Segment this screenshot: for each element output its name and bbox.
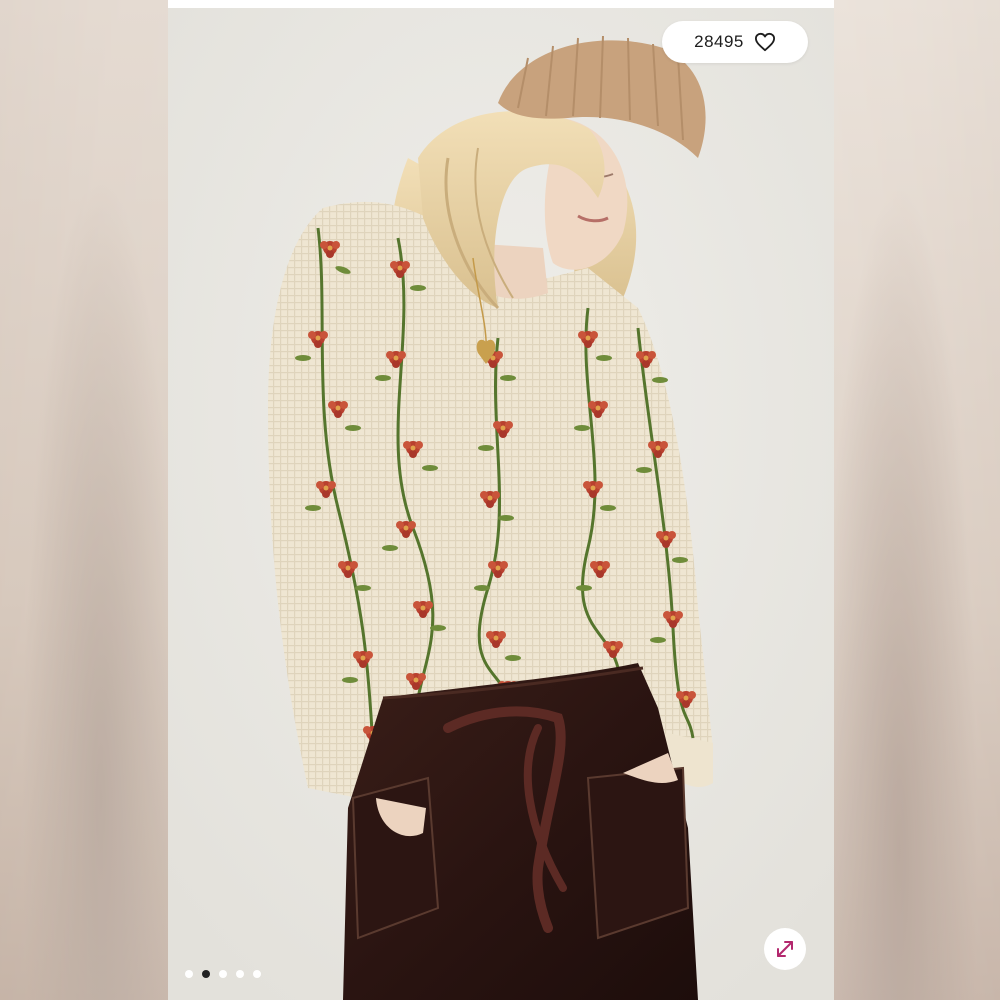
like-count: 28495 xyxy=(694,32,744,51)
background-blur-right xyxy=(832,0,1000,1000)
like-button[interactable]: 28495 xyxy=(662,21,808,63)
heart-outline-icon xyxy=(754,32,775,52)
fullscreen-button[interactable] xyxy=(764,928,806,970)
gallery-dot[interactable] xyxy=(185,970,193,978)
product-photo xyxy=(168,8,834,1000)
background-blur-left xyxy=(0,0,168,1000)
gallery-dot[interactable] xyxy=(253,970,261,978)
image-viewer[interactable]: 28495 xyxy=(168,8,834,1000)
expand-diagonal-icon xyxy=(777,941,793,957)
gallery-dot[interactable] xyxy=(219,970,227,978)
top-divider xyxy=(168,0,834,8)
gallery-pagination xyxy=(185,970,261,978)
gallery-dot[interactable] xyxy=(236,970,244,978)
gallery-dot-active[interactable] xyxy=(202,970,210,978)
